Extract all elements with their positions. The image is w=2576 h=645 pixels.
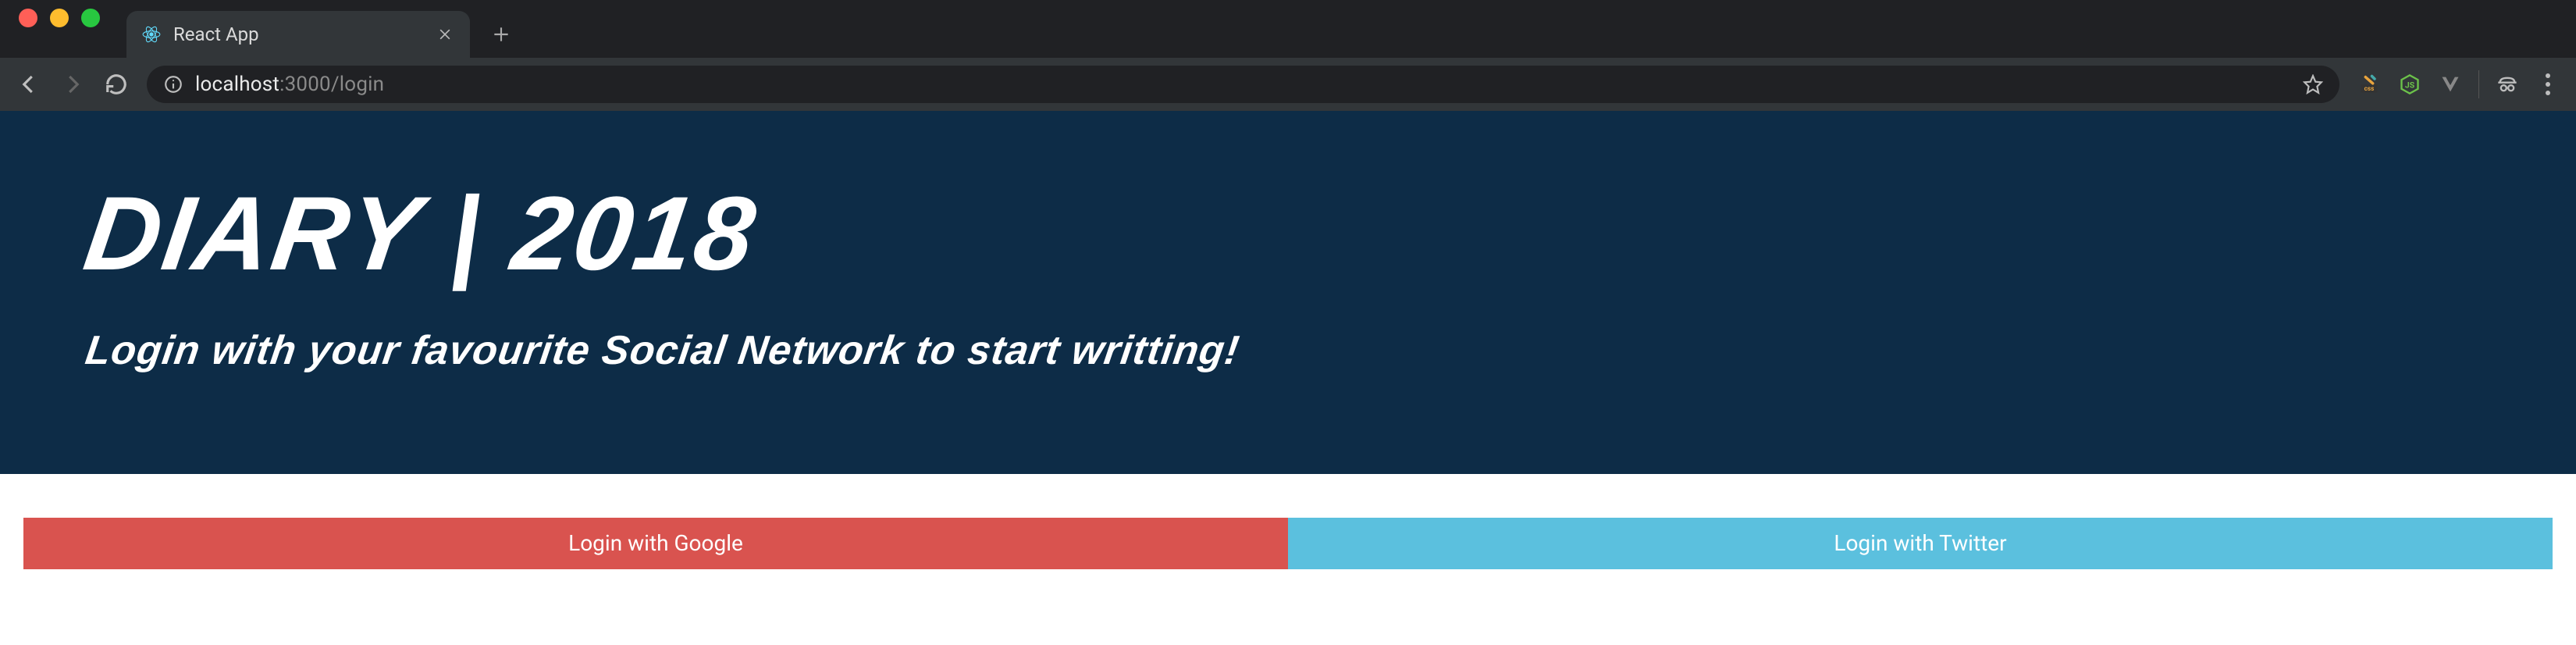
window-traffic-lights — [16, 0, 116, 58]
tab-title: React App — [173, 23, 423, 45]
nav-forward-button[interactable] — [59, 71, 86, 98]
bookmark-star-icon[interactable] — [2302, 73, 2324, 95]
toolbar-separator — [2478, 70, 2479, 98]
url-host: localhost — [195, 73, 279, 96]
login-twitter-button[interactable]: Login with Twitter — [1288, 518, 2553, 569]
nav-back-button[interactable] — [16, 71, 42, 98]
login-buttons-row: Login with Google Login with Twitter — [23, 518, 2553, 569]
tab-close-button[interactable] — [434, 23, 456, 45]
site-info-icon[interactable] — [162, 73, 184, 95]
browser-chrome: React App — [0, 0, 2576, 111]
url-text: localhost:3000/login — [195, 73, 384, 96]
nav-reload-button[interactable] — [103, 71, 130, 98]
window-minimize-icon[interactable] — [50, 9, 69, 27]
svg-text:JS: JS — [2405, 80, 2415, 91]
page-title: DIARY | 2018 — [78, 180, 2498, 290]
address-bar: localhost:3000/login css JS — [0, 58, 2576, 111]
page-content: DIARY | 2018 Login with your favourite S… — [0, 111, 2576, 569]
hero-banner: DIARY | 2018 Login with your favourite S… — [0, 111, 2576, 474]
page-subtitle: Login with your favourite Social Network… — [83, 327, 2493, 374]
extension-node-icon[interactable]: JS — [2397, 72, 2422, 97]
extension-icons: css JS — [2357, 70, 2560, 98]
react-favicon-icon — [141, 23, 162, 45]
window-zoom-icon[interactable] — [81, 9, 100, 27]
extension-vue-icon[interactable] — [2438, 72, 2463, 97]
browser-tab-active[interactable]: React App — [126, 11, 470, 58]
browser-menu-button[interactable] — [2535, 72, 2560, 97]
url-path: :3000/login — [279, 73, 384, 96]
extension-incognito-icon[interactable] — [2495, 72, 2520, 97]
tab-strip: React App — [0, 0, 2576, 58]
extension-css-icon[interactable]: css — [2357, 72, 2382, 97]
window-close-icon[interactable] — [19, 9, 37, 27]
login-google-button[interactable]: Login with Google — [23, 518, 1288, 569]
url-field[interactable]: localhost:3000/login — [147, 66, 2339, 103]
svg-text:css: css — [2364, 84, 2375, 92]
new-tab-button[interactable] — [486, 19, 517, 50]
